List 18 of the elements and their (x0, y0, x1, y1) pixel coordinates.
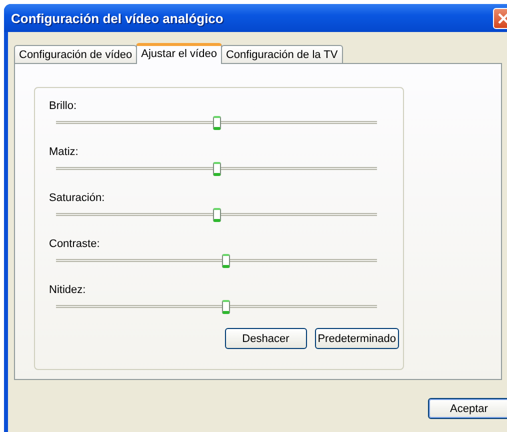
dialog-button[interactable]: Predeterminado (314, 328, 399, 349)
close-icon (498, 12, 507, 24)
slider-label: Contraste: (49, 238, 101, 252)
window-title: Configuración del vídeo analógico (11, 10, 224, 26)
tab[interactable]: Configuración de vídeo (14, 45, 138, 63)
slider-label: Matiz: (49, 146, 80, 160)
tab[interactable]: Configuración de la TV (220, 45, 343, 63)
slider-thumb[interactable] (212, 162, 220, 176)
tab[interactable]: Ajustar el vídeo (136, 43, 222, 64)
accept-button[interactable]: Aceptar (428, 398, 507, 419)
dialog-button[interactable]: Deshacer (224, 328, 307, 349)
slider-thumb[interactable] (222, 254, 230, 268)
slider-thumb[interactable] (222, 300, 230, 314)
slider-label: Brillo: (49, 100, 78, 114)
slider-thumb[interactable] (212, 208, 220, 222)
slider-label: Saturación: (49, 192, 106, 206)
slider-thumb[interactable] (212, 116, 220, 130)
slider-label: Nitidez: (49, 284, 87, 298)
